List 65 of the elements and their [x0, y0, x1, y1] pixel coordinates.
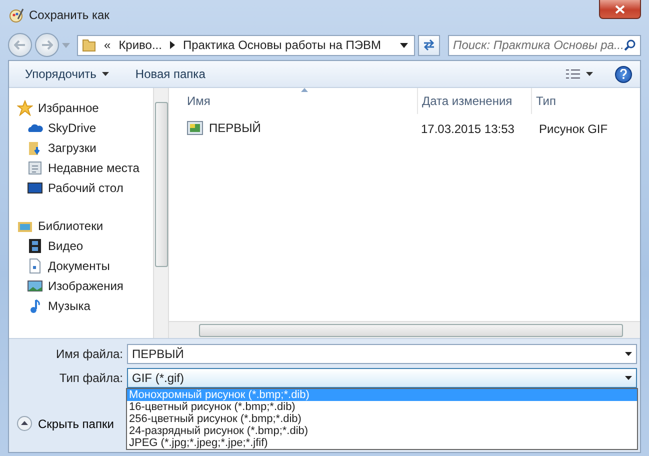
app-icon — [8, 7, 24, 23]
folder-icon — [82, 38, 96, 52]
list-view-icon — [566, 68, 580, 80]
column-header[interactable]: Тип — [531, 88, 640, 114]
field-label: Тип файла: — [58, 371, 124, 385]
field-label: Имя файла: — [55, 347, 124, 361]
overflow-chevrons[interactable]: « — [104, 38, 111, 52]
chevron-right-icon — [170, 41, 175, 49]
column-header[interactable]: Имя — [169, 88, 417, 114]
new-folder-button[interactable]: Новая папка — [131, 64, 210, 84]
recent-places-icon — [27, 160, 43, 176]
sidebar-item[interactable]: Документы — [17, 256, 153, 276]
sort-arrow-icon — [301, 88, 308, 92]
table-cell-text: 17.03.2015 13:53 — [420, 122, 516, 136]
dropdown-option[interactable]: JPEG (*.jpg;*.jpeg;*.jpe;*.jfif) — [127, 437, 637, 449]
address-bar[interactable]: « Криво... Практика Основы работы на ПЭВМ — [77, 34, 415, 56]
arrow-left-icon — [14, 40, 26, 50]
back-button[interactable] — [8, 33, 32, 57]
organize-button[interactable]: Упорядочить — [21, 64, 114, 84]
question-mark-icon — [620, 69, 627, 79]
help-button[interactable] — [615, 66, 632, 82]
search-icon — [624, 39, 636, 51]
sidebar-item[interactable]: Изображения — [17, 276, 153, 296]
table-cell-text: Рисунок GIF — [538, 122, 609, 136]
dropdown-option[interactable]: 256-цветный рисунок (*.bmp;*.dib) — [127, 413, 637, 425]
sidebar-item[interactable]: Недавние места — [17, 158, 153, 178]
dropdown-option[interactable]: 16-цветный рисунок (*.bmp;*.dib) — [127, 401, 637, 413]
caret-down-icon — [586, 72, 593, 76]
arrow-right-icon — [41, 40, 53, 50]
file-item[interactable]: ПЕРВЫЙ — [187, 120, 261, 134]
star-icon — [17, 100, 33, 116]
sidebar-item[interactable]: Загрузки — [17, 138, 153, 158]
caret-down-icon — [625, 376, 632, 380]
breadcrumb[interactable]: Практика Основы работы на ПЭВМ — [182, 38, 382, 52]
file-type-dropdown[interactable]: GIF (*.gif) — [127, 368, 637, 388]
sidebar-item[interactable]: Видео — [17, 236, 153, 256]
sidebar-item[interactable]: Избранное — [17, 98, 153, 118]
film-icon — [27, 238, 43, 254]
sidebar-item[interactable]: Рабочий стол — [17, 178, 153, 198]
dropdown-caret-icon[interactable] — [62, 42, 70, 48]
image-file-icon — [187, 120, 203, 134]
breadcrumb[interactable]: Криво... — [118, 38, 162, 52]
file-name-field[interactable]: ПЕРВЫЙ — [127, 344, 637, 364]
search-field[interactable]: Поиск: Практика Основы ра... — [448, 34, 641, 56]
desktop-icon — [27, 180, 43, 196]
caret-down-icon — [102, 72, 110, 76]
document-icon — [27, 258, 43, 274]
caret-down-icon — [400, 42, 408, 48]
sidebar-item[interactable]: SkyDrive — [17, 118, 153, 138]
refresh-arrows-icon — [422, 39, 436, 51]
refresh-button[interactable] — [418, 34, 440, 56]
horizontal-scrollbar[interactable] — [169, 321, 640, 338]
close-button[interactable] — [599, 0, 641, 19]
forward-button[interactable] — [35, 33, 59, 57]
close-icon — [615, 4, 625, 14]
vertical-scrollbar[interactable] — [153, 88, 169, 338]
sidebar-item[interactable]: Музыка — [17, 296, 153, 316]
dropdown-option[interactable]: 24-разрядный рисунок (*.bmp;*.dib) — [127, 425, 637, 437]
column-header[interactable]: Дата изменения — [417, 88, 531, 114]
collapse-up-icon — [17, 416, 32, 431]
window-title: Сохранить как — [29, 8, 110, 22]
caret-down-icon — [625, 352, 632, 356]
hide-folders-button[interactable]: Скрыть папки — [15, 414, 116, 433]
sidebar-item[interactable]: Библиотеки — [17, 216, 153, 236]
image-icon — [27, 278, 43, 294]
